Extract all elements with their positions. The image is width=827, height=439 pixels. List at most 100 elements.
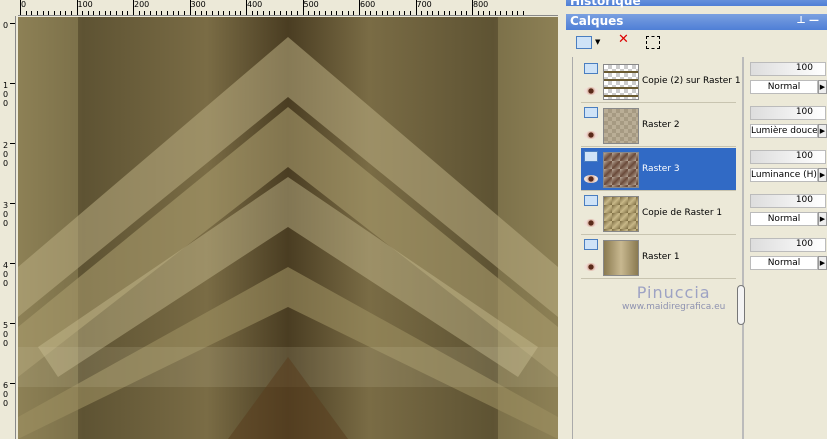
ruler-tick [409, 11, 411, 15]
ruler-tick [127, 11, 129, 15]
layer-row[interactable]: Copie (2) sur Raster 1 [581, 60, 741, 103]
ruler-label: 100 [77, 0, 93, 9]
ruler-label: 300 [190, 0, 206, 9]
panel-splitter-handle[interactable] [737, 285, 745, 325]
ruler-label: 200 [134, 0, 150, 9]
layer-props: 100 Normal ▶ [748, 192, 827, 232]
ruler-label: 200 [3, 141, 9, 168]
ruler-tick [200, 11, 202, 15]
blend-mode-value: Luminance (H) [751, 170, 817, 180]
blend-arrow-icon[interactable]: ▶ [818, 124, 827, 138]
blend-arrow-icon[interactable]: ▶ [818, 256, 827, 270]
eye-visibility-icon[interactable] [584, 219, 598, 227]
opacity-slider[interactable]: 100 [750, 62, 826, 76]
ruler-tick [10, 83, 15, 84]
blend-arrow-icon[interactable]: ▶ [818, 212, 827, 226]
layers-toolbar: ▼ ✕ [566, 30, 826, 56]
layer-group-icon[interactable] [584, 151, 598, 162]
watermark-name: Pinuccia [636, 283, 711, 302]
ruler-tick [302, 0, 304, 15]
ruler-tick [353, 11, 355, 15]
ruler-tick [206, 11, 208, 15]
layer-thumbnail [603, 196, 639, 232]
ruler-tick [319, 11, 321, 15]
ruler-tick [121, 11, 123, 15]
blend-mode-select[interactable]: Normal [750, 80, 818, 94]
delete-layer-button[interactable]: ✕ [612, 32, 636, 54]
ruler-tick [370, 11, 372, 15]
ruler-tick [268, 11, 270, 15]
ruler-tick [460, 11, 462, 15]
ruler-label: 100 [3, 81, 9, 108]
ruler-tick [20, 0, 21, 15]
ruler-tick [291, 11, 293, 15]
ruler-tick [155, 11, 157, 15]
eye-visibility-icon[interactable] [584, 131, 598, 139]
opacity-slider[interactable]: 100 [750, 194, 826, 208]
layer-props: 100 Normal ▶ [748, 60, 827, 100]
ruler-tick [138, 11, 140, 15]
ruler-tick [240, 11, 242, 15]
delete-layer-icon: ✕ [618, 32, 629, 47]
layer-group-icon[interactable] [584, 239, 598, 250]
layer-group-icon[interactable] [584, 63, 598, 74]
layer-group-icon[interactable] [584, 195, 598, 206]
ruler-tick [195, 11, 197, 15]
eye-visibility-icon[interactable] [584, 175, 598, 183]
new-layer-button[interactable] [572, 32, 596, 54]
ruler-label: 400 [3, 261, 9, 288]
chevron-down-icon[interactable]: ▼ [595, 38, 600, 46]
layer-group-icon[interactable] [584, 107, 598, 118]
ruler-tick [443, 11, 445, 15]
ruler-tick [477, 11, 479, 15]
opacity-slider[interactable]: 100 [750, 106, 826, 120]
layer-props: 100 Lumière douce ▶ [748, 104, 827, 144]
ruler-tick [466, 11, 468, 15]
ruler-tick [279, 11, 281, 15]
ruler-tick [217, 11, 219, 15]
blend-mode-value: Normal [767, 214, 801, 224]
ruler-tick [359, 0, 360, 15]
ruler-tick [392, 11, 394, 15]
blend-mode-select[interactable]: Luminance (H) [750, 168, 818, 182]
layer-row[interactable]: Raster 1 [581, 236, 736, 279]
layer-row[interactable]: Copie de Raster 1 [581, 192, 736, 235]
ruler-tick [387, 11, 389, 15]
blend-arrow-icon[interactable]: ▶ [818, 168, 827, 182]
blend-arrow-icon[interactable]: ▶ [818, 80, 827, 94]
ruler-tick [398, 11, 400, 15]
watermark-url: www.maidiregrafica.eu [622, 302, 726, 312]
ruler-tick [110, 11, 112, 15]
ruler-tick [251, 11, 253, 15]
ruler-label: 0 [3, 21, 9, 30]
layer-name: Raster 1 [642, 252, 680, 262]
edit-selection-icon [646, 36, 660, 49]
layers-panel-title[interactable]: Calques ⊥ — [566, 14, 827, 30]
ruler-tick [172, 11, 174, 15]
opacity-slider[interactable]: 100 [750, 150, 826, 164]
ruler-tick [488, 11, 490, 15]
ruler-tick [189, 0, 191, 15]
opacity-slider[interactable]: 100 [750, 238, 826, 252]
layer-name: Raster 2 [642, 120, 680, 130]
ruler-tick [212, 11, 214, 15]
opacity-value: 100 [795, 63, 813, 73]
ruler-tick [10, 383, 15, 384]
ruler-label: 500 [303, 0, 319, 9]
eye-visibility-icon[interactable] [584, 263, 598, 271]
image-canvas[interactable] [18, 17, 558, 439]
history-panel-title[interactable]: Historique [566, 0, 827, 8]
blend-mode-select[interactable]: Normal [750, 256, 818, 270]
edit-selection-button[interactable] [642, 32, 666, 54]
layer-row[interactable]: Raster 3 [581, 148, 736, 191]
ruler-tick [25, 11, 27, 15]
eye-visibility-icon[interactable] [584, 87, 598, 95]
blend-mode-select[interactable]: Normal [750, 212, 818, 226]
layer-row[interactable]: Raster 2 [581, 104, 736, 147]
pin-icon[interactable]: ⊥ — [796, 14, 819, 28]
ruler-tick [178, 11, 180, 15]
ruler-tick [342, 11, 344, 15]
vertical-ruler: 0 100 200 300 400 500 600 [0, 16, 16, 439]
blend-mode-select[interactable]: Lumière douce [750, 124, 818, 138]
blend-mode-value: Normal [767, 82, 801, 92]
